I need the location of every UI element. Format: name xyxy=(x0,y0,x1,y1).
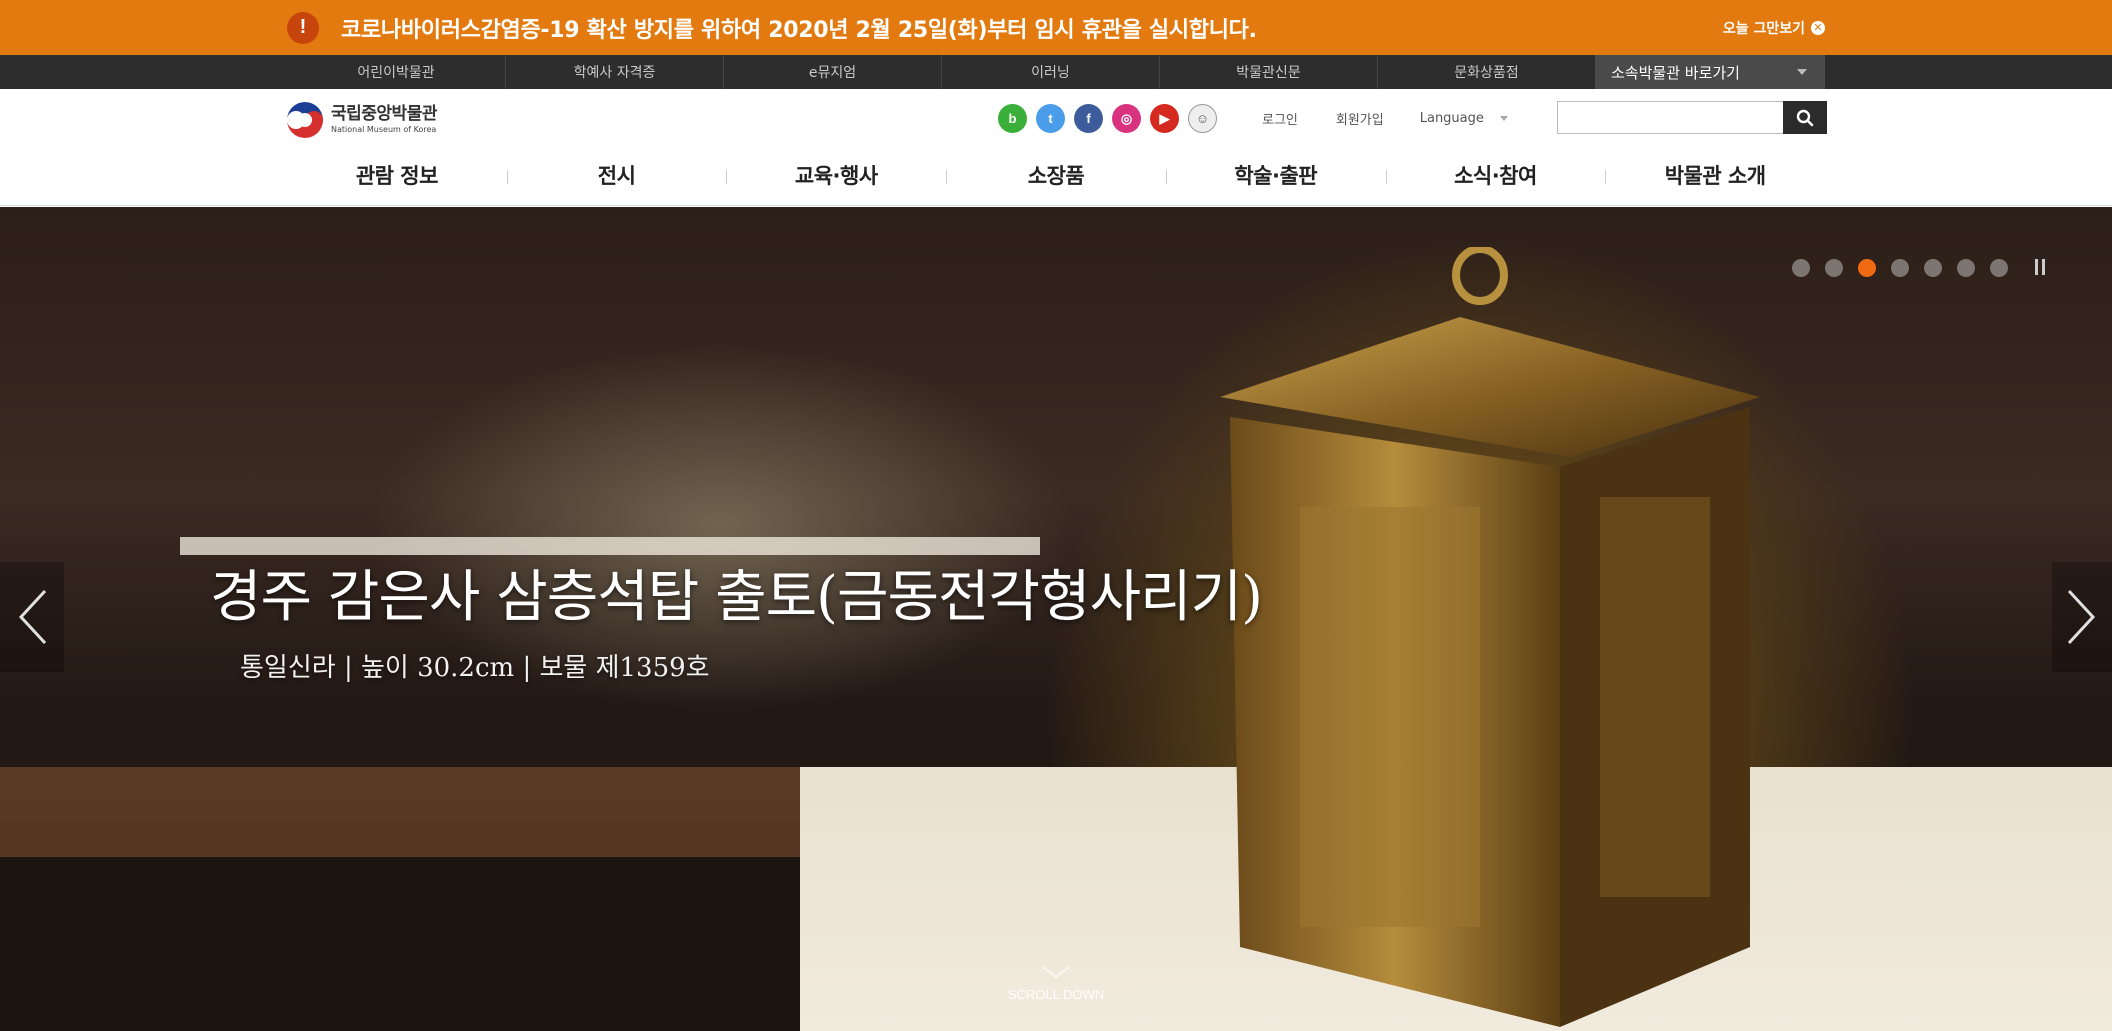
search-button[interactable] xyxy=(1783,101,1827,134)
hero-caption: 경주 감은사 삼층석탑 출토(금동전각형사리기) 통일신라 | 높이 30.2c… xyxy=(210,552,1263,684)
language-select[interactable]: Language xyxy=(1420,111,1508,126)
util-link-curator-certificate[interactable]: 학예사 자격증 xyxy=(505,55,723,89)
util-link-newsletter[interactable]: 박물관신문 xyxy=(1159,55,1377,89)
util-link-elearning[interactable]: 이러닝 xyxy=(941,55,1159,89)
nav-exhibitions[interactable]: 전시 xyxy=(506,145,727,205)
util-link-shop[interactable]: 문화상품점 xyxy=(1377,55,1595,89)
alert-icon: ! xyxy=(287,11,319,44)
chevron-down-icon xyxy=(1042,966,1070,978)
slide-dot[interactable] xyxy=(1792,259,1810,277)
facebook-icon[interactable]: f xyxy=(1074,104,1103,133)
chevron-down-icon xyxy=(1499,116,1508,121)
slide-pagination xyxy=(1792,259,2049,277)
social-links: b t f ◎ ▶ ☺ xyxy=(998,104,1217,133)
instagram-icon[interactable]: ◎ xyxy=(1112,104,1141,133)
site-header: 국립중앙박물관 National Museum of Korea b t f ◎… xyxy=(0,89,2112,206)
signup-link[interactable]: 회원가입 xyxy=(1336,109,1384,128)
youtube-icon[interactable]: ▶ xyxy=(1150,104,1179,133)
search-box xyxy=(1557,101,1827,134)
affiliated-museums-label: 소속박물관 바로가기 xyxy=(1611,63,1740,82)
language-label: Language xyxy=(1419,111,1484,126)
scroll-down-button[interactable]: SCROLL DOWN xyxy=(1006,965,1106,1002)
affiliated-museums-dropdown[interactable]: 소속박물관 바로가기 xyxy=(1595,55,1825,89)
nav-about-museum[interactable]: 박물관 소개 xyxy=(1605,145,1825,205)
utility-bar: 어린이박물관 학예사 자격증 e뮤지엄 이러닝 박물관신문 문화상품점 소속박물… xyxy=(0,55,2112,89)
blog-icon[interactable]: b xyxy=(998,104,1027,133)
slide-dot[interactable] xyxy=(1825,259,1843,277)
nav-visit-info[interactable]: 관람 정보 xyxy=(287,145,507,205)
hero-title: 경주 감은사 삼층석탑 출토(금동전각형사리기) xyxy=(210,565,1263,630)
pause-icon[interactable] xyxy=(2031,259,2049,277)
slide-dot[interactable] xyxy=(1858,259,1876,277)
slide-dot[interactable] xyxy=(1957,259,1975,277)
nav-education-events[interactable]: 교육·행사 xyxy=(726,145,946,205)
search-input[interactable] xyxy=(1557,101,1783,134)
util-link-emuseum[interactable]: e뮤지엄 xyxy=(723,55,941,89)
scroll-down-label: SCROLL DOWN xyxy=(1007,987,1105,1002)
twitter-icon[interactable]: t xyxy=(1036,104,1065,133)
museum-mascot-icon[interactable]: ☺ xyxy=(1188,104,1217,133)
member-links: 로그인 회원가입 Language xyxy=(1262,109,1508,128)
hero-slider: 경주 감은사 삼층석탑 출토(금동전각형사리기) 통일신라 | 높이 30.2c… xyxy=(0,207,2112,1031)
chevron-down-icon xyxy=(1797,69,1807,75)
slide-dot[interactable] xyxy=(1891,259,1909,277)
nav-research-publications[interactable]: 학술·출판 xyxy=(1165,145,1386,205)
next-slide-button[interactable] xyxy=(2052,562,2112,672)
site-logo[interactable]: 국립중앙박물관 National Museum of Korea xyxy=(285,100,437,140)
main-navigation: 관람 정보 전시 교육·행사 소장품 학술·출판 소식·참여 박물관 소개 xyxy=(287,145,1825,205)
nav-collections[interactable]: 소장품 xyxy=(946,145,1166,205)
slide-dot[interactable] xyxy=(1990,259,2008,277)
logo-text: 국립중앙박물관 National Museum of Korea xyxy=(331,105,437,135)
prev-slide-button[interactable] xyxy=(0,562,64,672)
logo-korean: 국립중앙박물관 xyxy=(331,104,437,124)
notice-text[interactable]: 코로나바이러스감염증-19 확산 방지를 위하여 2020년 2월 25일(화)… xyxy=(341,12,1257,44)
hero-subtitle: 통일신라 | 높이 30.2cm | 보물 제1359호 xyxy=(240,653,710,683)
search-icon xyxy=(1796,109,1814,126)
close-today-label: 오늘 그만보기 xyxy=(1722,20,1805,37)
utility-inner: 어린이박물관 학예사 자격증 e뮤지엄 이러닝 박물관신문 문화상품점 소속박물… xyxy=(287,55,1825,89)
slide-dot[interactable] xyxy=(1924,259,1942,277)
notice-inner: ! 코로나바이러스감염증-19 확산 방지를 위하여 2020년 2월 25일(… xyxy=(287,0,1825,55)
close-icon: ✕ xyxy=(1811,20,1825,35)
hero-display-base xyxy=(0,857,820,1031)
login-link[interactable]: 로그인 xyxy=(1262,109,1298,128)
util-link-children-museum[interactable]: 어린이박물관 xyxy=(287,55,505,89)
nav-news-participation[interactable]: 소식·참여 xyxy=(1385,145,1606,205)
notice-bar: ! 코로나바이러스감염증-19 확산 방지를 위하여 2020년 2월 25일(… xyxy=(0,0,2112,55)
logo-english: National Museum of Korea xyxy=(331,125,437,134)
close-today-button[interactable]: 오늘 그만보기 ✕ xyxy=(1723,18,1825,38)
taegeuk-logo-icon xyxy=(286,101,324,139)
chevron-right-icon xyxy=(2067,589,2096,645)
chevron-left-icon xyxy=(18,589,47,645)
